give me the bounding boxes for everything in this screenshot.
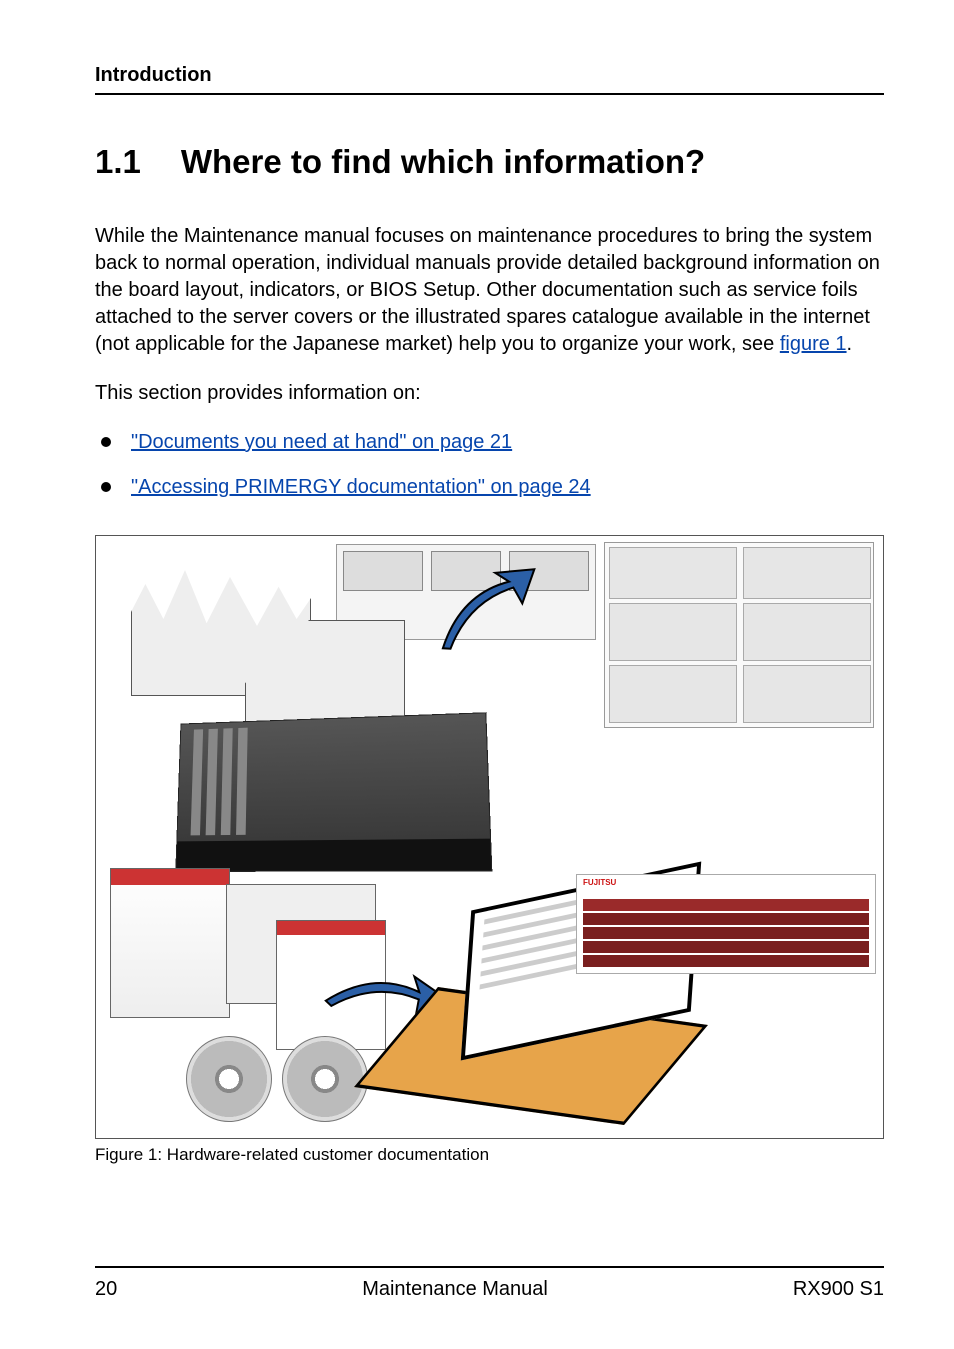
figure-1-link[interactable]: figure 1 (780, 333, 847, 355)
link-documents-at-hand[interactable]: "Documents you need at hand" on page 21 (131, 431, 512, 453)
paragraph-2: This section provides information on: (95, 380, 884, 407)
page-footer: 20 Maintenance Manual RX900 S1 (95, 1266, 884, 1301)
figure-caption: Figure 1: Hardware-related customer docu… (95, 1145, 884, 1165)
paragraph-1-pre: While the Maintenance manual focuses on … (95, 225, 880, 355)
section-title-text: Where to find which information? (181, 143, 884, 181)
discs-icon (186, 1036, 386, 1126)
list-item: "Accessing PRIMERGY documentation" on pa… (95, 474, 884, 501)
paragraph-1-post: . (847, 333, 853, 355)
section-heading: 1.1 Where to find which information? (95, 143, 884, 181)
list-item: "Documents you need at hand" on page 21 (95, 429, 884, 456)
figure-1: FUJITSU (95, 535, 884, 1139)
document-page: Introduction 1.1 Where to find which inf… (0, 0, 954, 1349)
link-accessing-primergy-docs[interactable]: "Accessing PRIMERGY documentation" on pa… (131, 476, 591, 498)
footer-page-number: 20 (95, 1278, 117, 1301)
brand-label: FUJITSU (583, 878, 616, 887)
bullet-list: "Documents you need at hand" on page 21 … (95, 429, 884, 501)
section-number: 1.1 (95, 143, 141, 181)
paragraph-1: While the Maintenance manual focuses on … (95, 223, 884, 358)
service-foils-right-icon (604, 542, 874, 728)
footer-title: Maintenance Manual (362, 1278, 548, 1301)
spares-catalogue-icon: FUJITSU (576, 874, 876, 974)
footer-model: RX900 S1 (793, 1278, 884, 1301)
running-head: Introduction (95, 64, 884, 95)
